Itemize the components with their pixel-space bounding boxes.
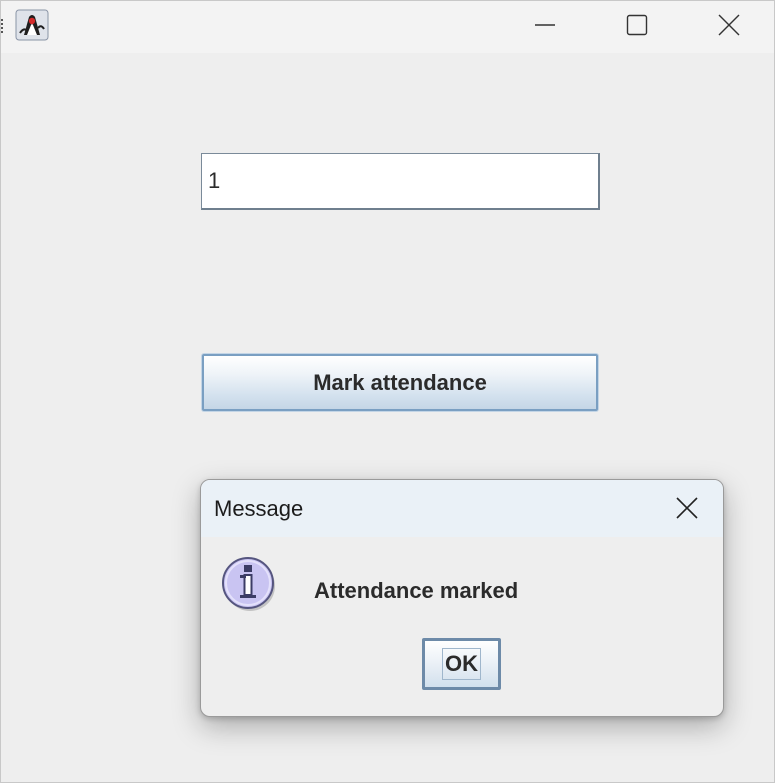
minimize-button[interactable]: [499, 1, 591, 49]
ok-button-label: OK: [442, 648, 481, 680]
info-icon: [221, 556, 277, 612]
close-icon: [718, 14, 740, 36]
dialog-title: Message: [214, 496, 304, 521]
minimize-icon: [535, 24, 555, 26]
close-icon: [676, 497, 698, 519]
mark-attendance-button[interactable]: Mark attendance: [202, 354, 598, 411]
dialog-close-button[interactable]: [669, 492, 705, 524]
window-titlebar[interactable]: [1, 1, 774, 53]
main-window: Mark attendance Message Attend: [0, 0, 775, 783]
ok-button[interactable]: OK: [422, 638, 501, 690]
java-duke-icon[interactable]: [15, 9, 49, 41]
message-dialog: Message Attendance marked OK: [200, 479, 724, 717]
dialog-message: Attendance marked: [314, 578, 519, 603]
student-id-input[interactable]: [201, 153, 600, 210]
dialog-titlebar[interactable]: Message: [201, 480, 723, 537]
maximize-button[interactable]: [591, 1, 683, 49]
resize-grip: [1, 19, 6, 33]
maximize-icon: [626, 14, 648, 36]
close-button[interactable]: [683, 1, 774, 49]
